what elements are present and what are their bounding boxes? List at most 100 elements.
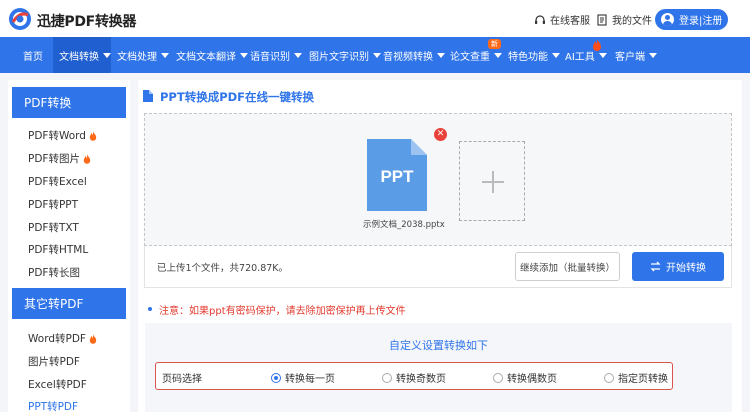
upload-info-bar: 已上传1个文件，共720.87K。 继续添加（批量转换） 开始转换 bbox=[144, 246, 732, 288]
sidebar-item-label: PDF转Excel bbox=[28, 176, 87, 188]
chevron-down-icon bbox=[294, 52, 302, 58]
page-select-label: 页码选择 bbox=[162, 374, 202, 385]
ppt-file-icon[interactable]: PPT bbox=[367, 139, 427, 211]
headset-icon bbox=[535, 14, 545, 24]
nav-label: 论文查重 bbox=[450, 51, 490, 63]
nav-item-client[interactable]: 客户端 bbox=[615, 37, 657, 73]
sidebar-item-excel-to-pdf[interactable]: Excel转PDF bbox=[28, 377, 87, 392]
sidebar-item-label: 图片转PDF bbox=[28, 356, 80, 368]
chevron-down-icon bbox=[649, 52, 657, 58]
continue-add-button[interactable]: 继续添加（批量转换） bbox=[515, 252, 620, 281]
sidebar-item-label: PDF转TXT bbox=[28, 222, 79, 234]
nav-item-ocr[interactable]: 图片文字识别 bbox=[309, 37, 381, 73]
chevron-down-icon bbox=[552, 52, 560, 58]
customer-service-link[interactable]: 在线客服 bbox=[534, 12, 590, 27]
settings-panel: 自定义设置转换如下 页码选择 转换每一页 转换奇数页 转换偶数页 指定页转换 bbox=[145, 323, 732, 412]
customer-service-label: 在线客服 bbox=[550, 16, 590, 27]
fire-icon bbox=[83, 153, 91, 164]
page-title: PPT转换成PDF在线一键转换 bbox=[160, 90, 315, 104]
nav-label: 语音识别 bbox=[250, 51, 290, 63]
nav-item-translate[interactable]: 文档文本翻译 bbox=[176, 37, 248, 73]
fire-icon bbox=[89, 333, 97, 344]
ppt-file-type: PPT bbox=[380, 167, 414, 186]
sidebar-item-pdf-to-txt[interactable]: PDF转TXT bbox=[28, 220, 79, 235]
sidebar-item-pdf-to-word[interactable]: PDF转Word bbox=[28, 128, 97, 143]
sidebar-item-image-to-pdf[interactable]: 图片转PDF bbox=[28, 354, 80, 369]
sidebar-item-word-to-pdf[interactable]: Word转PDF bbox=[28, 331, 97, 346]
radio-unchecked-icon bbox=[493, 372, 503, 383]
radio-convert-every-page[interactable]: 转换每一页 bbox=[271, 370, 335, 385]
password-warning-note: 注意：如果ppt有密码保护，请去除加密保护再上传文件 bbox=[159, 306, 406, 317]
sidebar-item-label: Word转PDF bbox=[28, 333, 86, 345]
radio-convert-even-pages[interactable]: 转换偶数页 bbox=[493, 370, 557, 385]
fire-icon bbox=[593, 39, 601, 51]
nav-label: 客户端 bbox=[615, 51, 645, 63]
chevron-down-icon bbox=[103, 52, 111, 58]
upload-summary: 已上传1个文件，共720.87K。 bbox=[157, 263, 289, 274]
sidebar-item-pdf-to-ppt[interactable]: PDF转PPT bbox=[28, 197, 78, 212]
chevron-down-icon bbox=[240, 52, 248, 58]
new-badge: 新 bbox=[488, 39, 501, 49]
nav-item-features[interactable]: 特色功能 bbox=[508, 37, 560, 73]
plus-icon bbox=[492, 171, 494, 193]
radio-unchecked-icon bbox=[604, 372, 614, 383]
sidebar-item-pdf-to-excel[interactable]: PDF转Excel bbox=[28, 174, 87, 189]
my-files-label: 我的文件 bbox=[612, 16, 652, 27]
sidebar-item-label: PDF转PPT bbox=[28, 199, 79, 211]
nav-label: 首页 bbox=[23, 51, 43, 63]
add-file-button[interactable] bbox=[459, 141, 525, 221]
sidebar-item-ppt-to-pdf[interactable]: PPT转PDF bbox=[28, 399, 78, 412]
brand-name[interactable]: 迅捷PDF转换器 bbox=[37, 11, 136, 31]
radio-checked-icon bbox=[271, 372, 281, 383]
sidebar-item-label: PPT转PDF bbox=[28, 401, 79, 412]
user-avatar-icon bbox=[661, 13, 674, 26]
chevron-down-icon bbox=[161, 52, 169, 58]
nav-label: 文档文本翻译 bbox=[176, 51, 236, 63]
radio-label: 转换奇数页 bbox=[396, 374, 446, 385]
nav-item-av-convert[interactable]: 音视频转换 bbox=[383, 37, 445, 73]
uploaded-file-name: 示例文档_2038.pptx bbox=[363, 220, 445, 230]
sidebar-section-to-pdf: 其它转PDF bbox=[12, 288, 126, 319]
nav-label: 文档转换 bbox=[59, 51, 99, 63]
start-convert-label: 开始转换 bbox=[666, 263, 706, 274]
radio-unchecked-icon bbox=[382, 372, 392, 383]
start-convert-button[interactable]: 开始转换 bbox=[632, 252, 724, 281]
nav-item-doc-process[interactable]: 文档处理 bbox=[117, 37, 169, 73]
chevron-down-icon bbox=[598, 52, 607, 58]
sidebar-item-pdf-to-html[interactable]: PDF转HTML bbox=[28, 242, 88, 257]
nav-label: 特色功能 bbox=[508, 51, 548, 63]
main-nav: 首页 文档转换 文档处理 文档文本翻译 语音识别 图片文字识别 音视频转换 论文… bbox=[0, 37, 750, 73]
radio-label: 指定页转换 bbox=[618, 374, 668, 385]
app-logo-icon[interactable] bbox=[8, 7, 32, 31]
radio-convert-odd-pages[interactable]: 转换奇数页 bbox=[382, 370, 446, 385]
nav-item-doc-convert[interactable]: 文档转换 bbox=[53, 37, 111, 73]
sidebar-item-label: Excel转PDF bbox=[28, 379, 87, 391]
radio-convert-specified-pages[interactable]: 指定页转换 bbox=[604, 370, 668, 385]
nav-label: AI工具 bbox=[565, 51, 595, 63]
sidebar-section-pdf-convert: PDF转换 bbox=[12, 87, 126, 118]
document-icon bbox=[597, 13, 607, 26]
chevron-down-icon bbox=[494, 52, 502, 58]
page-select-row: 页码选择 转换每一页 转换奇数页 转换偶数页 指定页转换 bbox=[155, 362, 673, 390]
bullet-dot bbox=[148, 307, 152, 311]
nav-item-home[interactable]: 首页 bbox=[14, 37, 52, 73]
radio-label: 转换每一页 bbox=[285, 374, 335, 385]
radio-label: 转换偶数页 bbox=[507, 374, 557, 385]
nav-label: 音视频转换 bbox=[383, 51, 433, 63]
sidebar: PDF转换 PDF转Word PDF转图片 PDF转Excel PDF转PPT … bbox=[8, 80, 130, 412]
nav-label: 文档处理 bbox=[117, 51, 157, 63]
sidebar-item-pdf-to-image[interactable]: PDF转图片 bbox=[28, 151, 91, 166]
login-register-label: 登录|注册 bbox=[679, 16, 723, 27]
sidebar-item-pdf-to-long-image[interactable]: PDF转长图 bbox=[28, 265, 80, 280]
file-icon bbox=[143, 90, 153, 102]
sidebar-item-label: PDF转HTML bbox=[28, 244, 89, 256]
settings-title: 自定义设置转换如下 bbox=[389, 339, 488, 352]
my-files-link[interactable]: 我的文件 bbox=[596, 12, 652, 27]
top-header: 迅捷PDF转换器 在线客服 我的文件 登录|注册 bbox=[0, 0, 750, 37]
sidebar-item-label: PDF转长图 bbox=[28, 267, 80, 279]
nav-item-speech[interactable]: 语音识别 bbox=[250, 37, 302, 73]
nav-label: 图片文字识别 bbox=[309, 51, 369, 63]
login-register-button[interactable]: 登录|注册 bbox=[655, 9, 728, 30]
remove-file-icon[interactable]: ✕ bbox=[434, 128, 447, 141]
chevron-down-icon bbox=[373, 52, 381, 58]
